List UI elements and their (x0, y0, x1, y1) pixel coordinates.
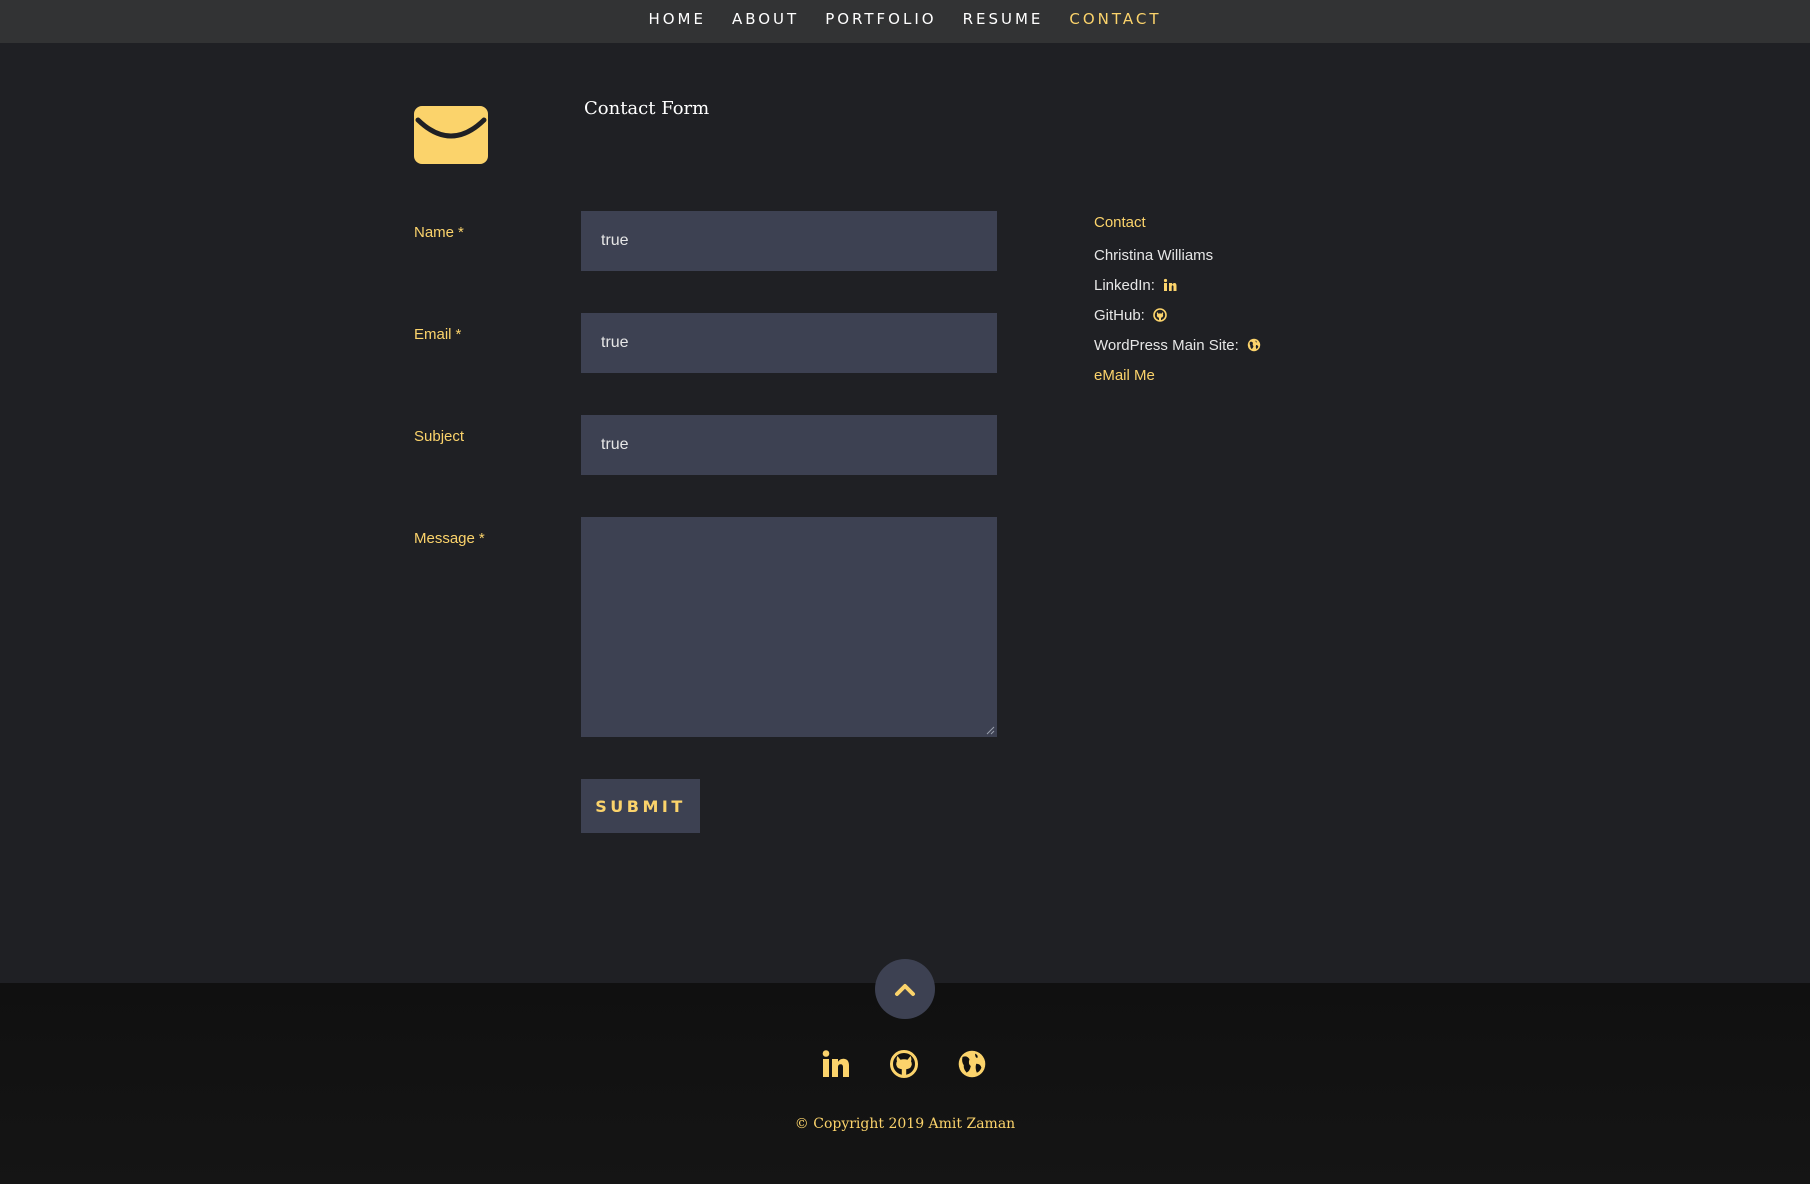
chevron-up-icon (895, 984, 915, 996)
globe-icon[interactable] (1247, 338, 1261, 352)
github-label: GitHub: (1094, 307, 1145, 324)
message-label: Message * (414, 530, 485, 547)
copyright-text: © Copyright 2019 Amit Zaman (794, 1116, 1016, 1132)
envelope-icon (414, 106, 488, 164)
globe-icon[interactable] (957, 1049, 987, 1079)
github-row: GitHub: (1094, 307, 1167, 324)
submit-button[interactable]: SUBMIT (581, 779, 700, 833)
back-to-top-button[interactable] (875, 959, 935, 1019)
contact-form-title: Contact Form (584, 98, 710, 119)
wordpress-row: WordPress Main Site: (1094, 337, 1261, 354)
linkedin-icon[interactable] (821, 1049, 851, 1079)
linkedin-icon[interactable] (1163, 278, 1177, 292)
name-input[interactable]: true (581, 211, 997, 271)
email-me-link[interactable]: eMail Me (1094, 367, 1155, 384)
resize-grip-icon[interactable] (986, 726, 995, 735)
email-input[interactable]: true (581, 313, 997, 373)
message-textarea[interactable] (581, 517, 997, 737)
nav-list: HOME ABOUT PORTFOLIO RESUME CONTACT (0, 0, 1810, 38)
contact-section (0, 43, 1810, 983)
contact-name: Christina Williams (1094, 247, 1214, 264)
nav-item-portfolio[interactable]: PORTFOLIO (825, 10, 936, 28)
contact-heading: Contact (1094, 214, 1146, 231)
message-label-text: Message (414, 530, 475, 547)
subject-label: Subject (414, 428, 464, 445)
github-icon[interactable] (889, 1049, 919, 1079)
subject-label-text: Subject (414, 428, 465, 445)
email-label-text: Email (414, 326, 452, 343)
wordpress-label: WordPress Main Site: (1094, 337, 1239, 354)
email-label: Email * (414, 326, 461, 343)
github-icon[interactable] (1153, 308, 1167, 322)
required-mark: * (478, 530, 485, 547)
required-mark: * (458, 224, 464, 241)
name-input-value: true (601, 232, 629, 249)
nav-item-contact[interactable]: CONTACT (1069, 10, 1161, 28)
subject-input[interactable]: true (581, 415, 997, 475)
top-nav: HOME ABOUT PORTFOLIO RESUME CONTACT (0, 0, 1810, 43)
name-label-text: Name (414, 224, 455, 241)
nav-item-home[interactable]: HOME (648, 10, 706, 28)
linkedin-label: LinkedIn: (1094, 277, 1155, 294)
name-label: Name * (414, 224, 464, 241)
subject-input-value: true (601, 436, 629, 453)
nav-item-about[interactable]: ABOUT (732, 10, 799, 28)
email-input-value: true (601, 334, 629, 351)
linkedin-row: LinkedIn: (1094, 277, 1177, 294)
required-mark: * (455, 326, 462, 343)
nav-item-resume[interactable]: RESUME (963, 10, 1044, 28)
